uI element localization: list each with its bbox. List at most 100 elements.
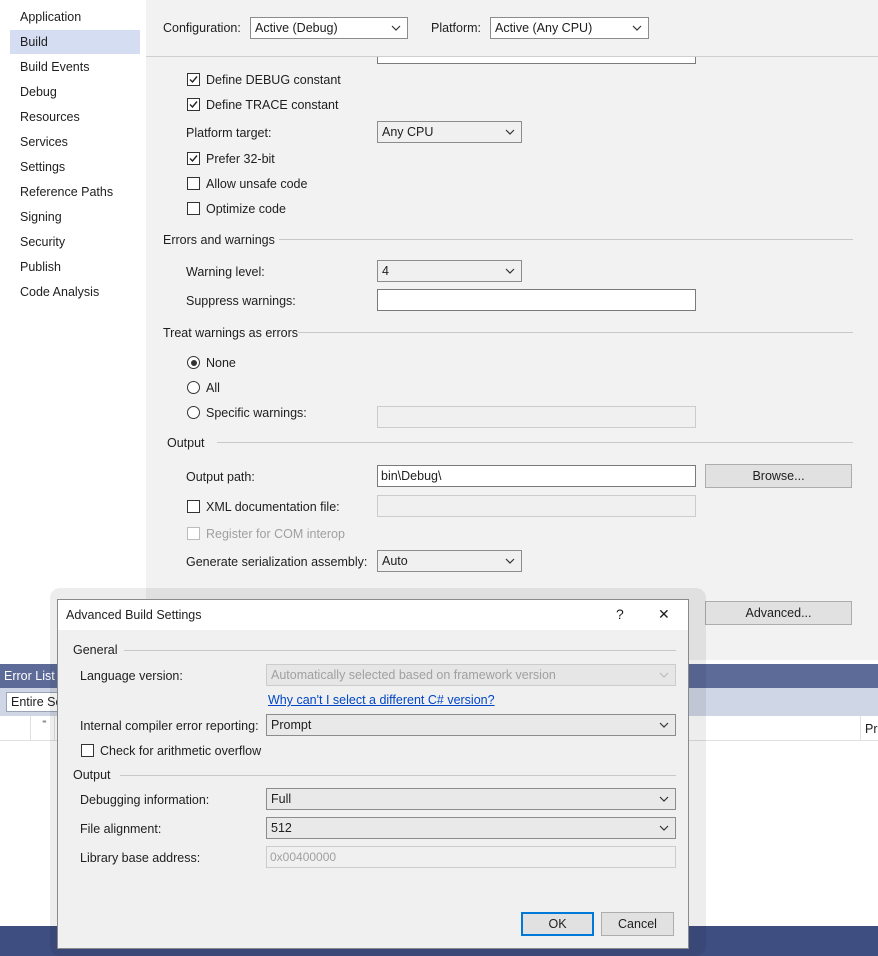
configuration-toolbar: Configuration: Active (Debug) Platform: … [146, 0, 878, 57]
advanced-button[interactable]: Advanced... [705, 601, 852, 625]
configuration-label: Configuration: [163, 21, 241, 35]
chevron-down-icon [632, 25, 642, 31]
define-debug-checkbox[interactable] [187, 73, 200, 86]
optimize-code-label: Optimize code [206, 202, 286, 216]
treat-warnings-heading: Treat warnings as errors [163, 326, 298, 340]
output-heading: Output [167, 436, 205, 450]
conditional-symbols-textbox[interactable] [377, 57, 696, 64]
browse-button[interactable]: Browse... [705, 464, 852, 488]
nav-item-build[interactable]: Build [10, 30, 140, 54]
platform-label: Platform: [431, 21, 482, 35]
section-divider [279, 239, 853, 240]
chevron-down-icon [505, 268, 515, 274]
nav-item-signing[interactable]: Signing [10, 205, 140, 229]
define-trace-label: Define TRACE constant [206, 98, 339, 112]
debugging-info-dropdown[interactable]: Full [266, 788, 676, 810]
com-interop-label: Register for COM interop [206, 527, 345, 541]
nav-item-publish[interactable]: Publish [10, 255, 140, 279]
base-address-label: Library base address: [80, 851, 201, 865]
platform-dropdown[interactable]: Active (Any CPU) [490, 17, 649, 39]
configuration-dropdown[interactable]: Active (Debug) [250, 17, 408, 39]
file-alignment-value: 512 [271, 821, 292, 835]
allow-unsafe-checkbox[interactable] [187, 177, 200, 190]
define-debug-label: Define DEBUG constant [206, 73, 341, 87]
xml-doc-checkbox[interactable] [187, 500, 200, 513]
section-divider [120, 775, 676, 776]
file-alignment-dropdown[interactable]: 512 [266, 817, 676, 839]
treat-none-label: None [206, 356, 236, 370]
ice-reporting-dropdown[interactable]: Prompt [266, 714, 676, 736]
treat-specific-label: Specific warnings: [206, 406, 307, 420]
nav-item-build-events[interactable]: Build Events [10, 55, 140, 79]
warning-level-dropdown[interactable]: 4 [377, 260, 522, 282]
section-divider [217, 442, 853, 443]
filter-icon[interactable]: ⁼ [42, 718, 47, 729]
close-icon[interactable]: ✕ [658, 606, 670, 623]
warning-level-value: 4 [382, 264, 389, 278]
why-csharp-version-link[interactable]: Why can't I select a different C# versio… [268, 693, 495, 707]
error-list-title[interactable]: Error List [4, 669, 55, 683]
specific-warnings-input [377, 406, 696, 428]
arithmetic-overflow-label: Check for arithmetic overflow [100, 744, 262, 758]
arithmetic-overflow-checkbox[interactable] [81, 744, 94, 757]
debugging-info-value: Full [271, 792, 292, 806]
chevron-down-icon [659, 825, 669, 831]
platform-target-value: Any CPU [382, 125, 434, 139]
treat-all-radio[interactable] [187, 381, 200, 394]
chevron-down-icon [505, 129, 515, 135]
define-trace-checkbox[interactable] [187, 98, 200, 111]
prefer-32bit-checkbox[interactable] [187, 152, 200, 165]
help-icon[interactable]: ? [616, 606, 624, 622]
nav-item-debug[interactable]: Debug [10, 80, 140, 104]
nav-item-code-analysis[interactable]: Code Analysis [10, 280, 140, 304]
checkmark-icon [189, 101, 198, 109]
column-divider [30, 716, 31, 740]
nav-item-resources[interactable]: Resources [10, 105, 140, 129]
xml-doc-input [377, 495, 696, 517]
nav-item-security[interactable]: Security [10, 230, 140, 254]
ice-reporting-label: Internal compiler error reporting: [80, 719, 259, 733]
build-settings-pane: Configuration: Active (Debug) Platform: … [146, 0, 878, 660]
platform-target-label: Platform target: [186, 126, 272, 140]
chevron-down-icon [659, 672, 669, 678]
ice-reporting-value: Prompt [271, 718, 312, 732]
section-divider [298, 332, 853, 333]
output-path-input[interactable]: bin\Debug\ [377, 465, 696, 487]
column-header-project[interactable]: Pr [865, 722, 878, 736]
treat-specific-radio[interactable] [187, 406, 200, 419]
nav-item-services[interactable]: Services [10, 130, 140, 154]
serialization-dropdown[interactable]: Auto [377, 550, 522, 572]
xml-doc-label: XML documentation file: [206, 500, 340, 514]
general-heading: General [73, 643, 118, 657]
cancel-button[interactable]: Cancel [601, 912, 674, 936]
allow-unsafe-label: Allow unsafe code [206, 177, 308, 191]
optimize-code-checkbox[interactable] [187, 202, 200, 215]
com-interop-checkbox [187, 527, 200, 540]
treat-none-radio[interactable] [187, 356, 200, 369]
nav-item-settings[interactable]: Settings [10, 155, 140, 179]
dialog-titlebar[interactable]: Advanced Build Settings ? ✕ [58, 600, 688, 630]
checkmark-icon [189, 76, 198, 84]
nav-item-application[interactable]: Application [10, 5, 140, 29]
serialization-value: Auto [382, 554, 408, 568]
chevron-down-icon [505, 558, 515, 564]
column-divider [860, 716, 861, 740]
output-path-label: Output path: [186, 470, 255, 484]
treat-all-label: All [206, 381, 220, 395]
prefer-32bit-label: Prefer 32-bit [206, 152, 275, 166]
radio-selected-dot [190, 359, 197, 366]
nav-item-reference-paths[interactable]: Reference Paths [10, 180, 140, 204]
project-properties-nav: Application Build Build Events Debug Res… [0, 0, 146, 660]
dialog-output-heading: Output [73, 768, 111, 782]
suppress-warnings-input[interactable] [377, 289, 696, 311]
platform-value: Active (Any CPU) [495, 21, 593, 35]
configuration-value: Active (Debug) [255, 21, 338, 35]
advanced-build-settings-dialog: Advanced Build Settings ? ✕ General Lang… [57, 599, 689, 949]
errors-warnings-heading: Errors and warnings [163, 233, 275, 247]
file-alignment-label: File alignment: [80, 822, 162, 836]
platform-target-dropdown[interactable]: Any CPU [377, 121, 522, 143]
language-version-label: Language version: [80, 669, 183, 683]
dialog-title: Advanced Build Settings [66, 608, 202, 622]
chevron-down-icon [659, 796, 669, 802]
ok-button[interactable]: OK [521, 912, 594, 936]
